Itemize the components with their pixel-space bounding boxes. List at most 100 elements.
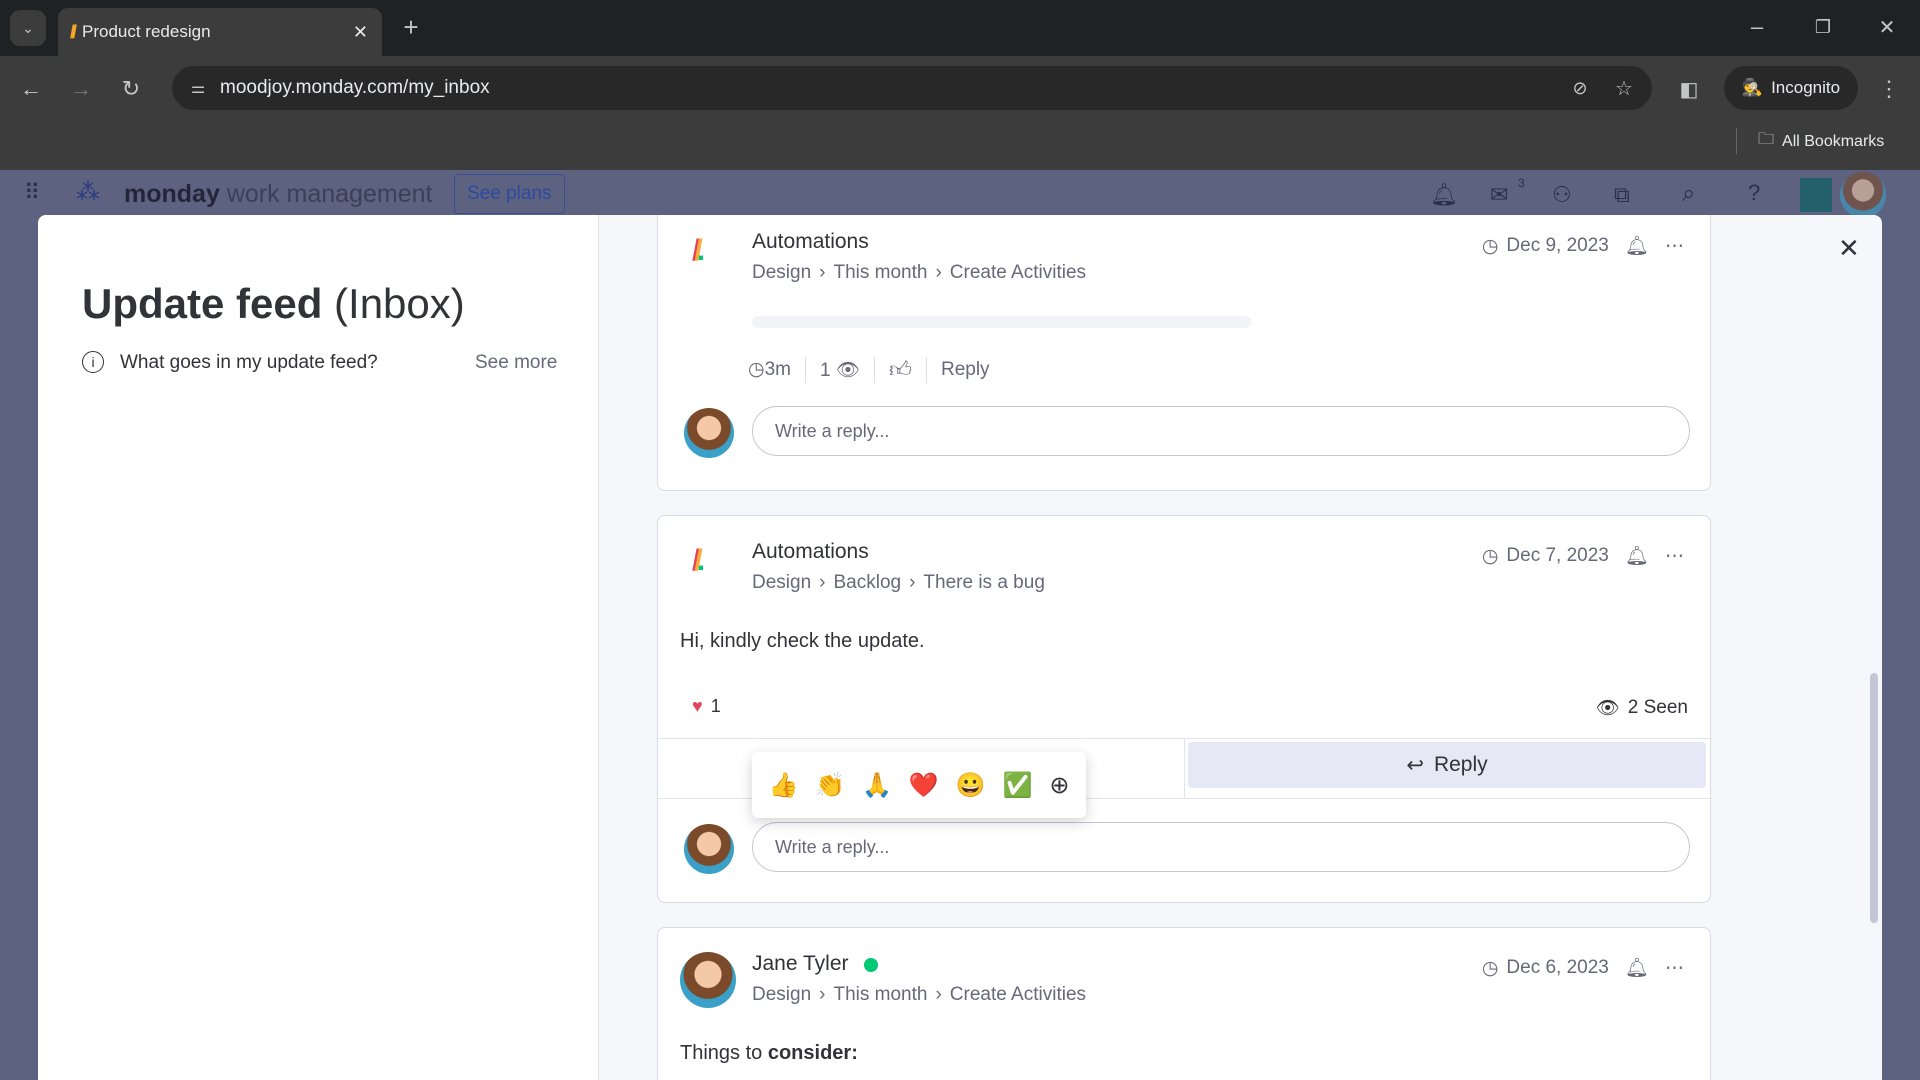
breadcrumb-item[interactable]: Create Activities [950, 262, 1086, 284]
breadcrumb-item[interactable]: This month [833, 262, 927, 284]
author-name: Automations [752, 230, 869, 253]
more-icon[interactable]: ⋯ [1665, 235, 1684, 258]
info-icon: i [82, 351, 104, 373]
site-info-icon[interactable]: ⚌ [182, 72, 214, 104]
breadcrumb-item[interactable]: Create Activities [950, 984, 1086, 1006]
update-card: //. Automations Design › Backlog › There i… [657, 515, 1712, 903]
clock-icon: ◷ [1481, 957, 1499, 979]
bell-icon[interactable]: 🔔︎ [1625, 234, 1649, 258]
apps-grid-icon[interactable]: ⠿ [24, 180, 40, 206]
apps-icon[interactable]: ⧉ [1614, 182, 1630, 208]
url-text: moodjoy.monday.com/my_inbox [220, 77, 490, 98]
close-window-icon[interactable]: ✕ [1872, 12, 1902, 42]
inbox-badge: 3 [1518, 176, 1525, 190]
clock-icon: ◷ [1481, 235, 1499, 257]
left-panel: Update feed (Inbox) i What goes in my up… [38, 215, 599, 1080]
reply-button[interactable]: Reply [941, 359, 990, 381]
smile-icon[interactable]: 😀 [956, 771, 986, 800]
divider [1736, 128, 1737, 154]
thumbs-up-icon[interactable]: 👍 [768, 771, 798, 800]
breadcrumb-item[interactable]: Design [752, 262, 811, 284]
app-header: ⠿ ⁂ monday work management See plans 🔔︎ … [0, 170, 1920, 220]
reaction-picker: 👍 👏 🙏 ❤️ 😀 ✅ ⊕ [752, 752, 1086, 818]
breadcrumb-item[interactable]: Design [752, 572, 811, 594]
see-plans-button[interactable]: See plans [454, 174, 565, 214]
reload-icon[interactable]: ↻ [114, 72, 148, 106]
star-icon[interactable]: ☆ [1608, 72, 1640, 104]
sidebar-dimmed [0, 220, 38, 1080]
pray-icon[interactable]: 🙏 [862, 771, 892, 800]
breadcrumb: Design › This month › Create Activities [752, 984, 1087, 1006]
close-tab-icon[interactable]: ✕ [353, 22, 368, 43]
time-ago: ◷3m [748, 359, 791, 380]
reply-input[interactable]: Write a reply... [752, 406, 1690, 456]
incognito-badge[interactable]: 🕵 Incognito [1724, 66, 1858, 110]
heart-icon[interactable]: ❤️ [909, 771, 939, 800]
breadcrumb-item[interactable]: There is a bug [923, 572, 1044, 594]
new-tab-icon[interactable]: + [396, 12, 426, 42]
scrollbar[interactable] [1870, 673, 1878, 923]
eye-off-icon[interactable]: ⊘ [1564, 72, 1596, 104]
eye-icon: 👁︎ [1595, 698, 1620, 719]
help-icon[interactable]: ? [1748, 180, 1760, 206]
side-panel-icon[interactable]: ◧ [1672, 72, 1706, 106]
incognito-label: Incognito [1771, 78, 1841, 97]
add-reaction-icon[interactable]: ⊕ [1049, 771, 1069, 800]
tab-product-redesign[interactable]: /// Product redesign ✕ [58, 8, 382, 56]
seen-count[interactable]: 👁︎ 2 Seen [1596, 696, 1688, 720]
bell-icon[interactable]: 🔔︎ [1625, 544, 1649, 568]
breadcrumb-item[interactable]: Design [752, 984, 811, 1006]
invite-icon[interactable]: ⚇ [1552, 182, 1572, 208]
update-body: Things to consider: [680, 1042, 858, 1064]
breadcrumb-item[interactable]: Backlog [833, 572, 901, 594]
reply-button[interactable]: ↩ Reply [1188, 742, 1706, 788]
all-bookmarks[interactable]: 🗀 All Bookmarks [1758, 128, 1884, 155]
date: Dec 7, 2023 [1506, 545, 1609, 566]
page-title: Update feed (Inbox) [82, 280, 465, 327]
backdrop [1882, 220, 1920, 1080]
reply-input[interactable]: Write a reply... [752, 822, 1690, 872]
breadcrumb-item[interactable]: This month [833, 984, 927, 1006]
clap-icon[interactable]: 👏 [815, 771, 845, 800]
more-icon[interactable]: ⋯ [1665, 957, 1684, 980]
bell-icon[interactable]: 🔔︎ [1625, 956, 1649, 980]
more-icon[interactable]: ⋯ [1665, 545, 1684, 568]
tab-title: Product redesign [82, 22, 211, 41]
minimize-icon[interactable]: – [1742, 12, 1772, 42]
inbox-icon[interactable]: ✉ [1490, 182, 1508, 208]
back-icon[interactable]: ← [14, 72, 48, 106]
update-body: Hi, kindly check the update. [680, 630, 925, 652]
author-avatar [680, 952, 736, 1008]
incognito-icon: 🕵 [1741, 78, 1764, 97]
tab-search-chevron-icon[interactable]: ⌄ [10, 10, 46, 46]
breadcrumb: Design › Backlog › There is a bug [752, 572, 1045, 594]
workspace-icon[interactable] [1800, 178, 1832, 212]
like-icon[interactable]: 👍︎ [889, 356, 912, 383]
breadcrumb: Design › This month › Create Activities [752, 262, 1087, 284]
automations-logo-icon: //. [692, 544, 706, 577]
check-icon[interactable]: ✅ [1003, 771, 1033, 800]
browser-menu-icon[interactable]: ⋮ [1874, 72, 1904, 106]
user-avatar [684, 824, 734, 874]
reaction-summary[interactable]: ♥ 1 [692, 696, 721, 717]
update-card: Jane Tyler Design › This month › Create Ac… [657, 927, 1711, 1080]
heart-icon: ♥ [692, 696, 703, 716]
date: Dec 9, 2023 [1506, 235, 1609, 256]
close-modal-icon[interactable]: ✕ [1838, 233, 1860, 264]
folder-icon: 🗀 [1758, 131, 1775, 148]
help-text: What goes in my update feed? [120, 352, 378, 373]
author-name[interactable]: Jane Tyler [752, 952, 849, 976]
notifications-icon[interactable]: 🔔︎ [1430, 182, 1458, 208]
card-actions: ◷3m 1 👁︎ 👍︎ Reply [748, 356, 990, 383]
user-avatar[interactable] [1840, 172, 1886, 218]
update-feed-modal: Update feed (Inbox) i What goes in my up… [38, 215, 1882, 1080]
search-icon[interactable]: ⌕ [1682, 180, 1695, 208]
views[interactable]: 1 👁︎ [820, 358, 860, 382]
divider [658, 738, 1712, 739]
forward-icon[interactable]: → [64, 72, 98, 106]
restore-icon[interactable]: ❐ [1808, 12, 1838, 42]
monday-logo-icon: ⁂ [76, 179, 100, 206]
card-meta: ◷ Dec 6, 2023 🔔︎ ⋯ [1482, 956, 1684, 980]
see-more-link[interactable]: See more [475, 352, 557, 374]
address-bar[interactable]: ⚌ moodjoy.monday.com/my_inbox ⊘ ☆ [172, 66, 1652, 110]
